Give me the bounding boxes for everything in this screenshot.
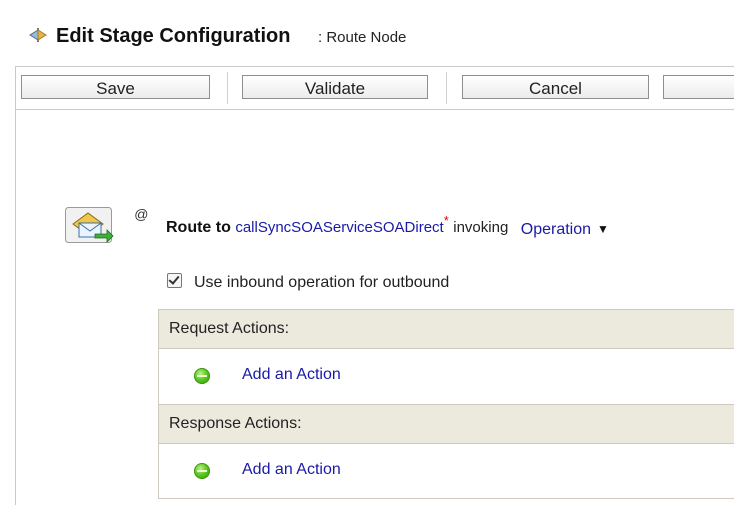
stage-config-icon: [29, 28, 47, 42]
toolbar-divider: [16, 109, 734, 110]
use-inbound-label: Use inbound operation for outbound: [194, 274, 450, 291]
route-envelope-icon: [65, 207, 114, 243]
chevron-down-icon[interactable]: ▼: [597, 222, 609, 236]
section-bottom-border: [158, 498, 734, 499]
toolbar-separator: [227, 72, 228, 104]
operation-dropdown[interactable]: Operation: [521, 221, 591, 238]
service-link[interactable]: callSyncSOAServiceSOADirect: [235, 219, 443, 236]
route-statement: Route to callSyncSOAServiceSOADirect* in…: [166, 213, 609, 238]
save-button[interactable]: Save: [21, 75, 210, 99]
toolbar: Save Validate Cancel: [16, 67, 734, 109]
add-action-icon[interactable]: [194, 463, 210, 479]
page-subtitle: : Route Node: [318, 29, 407, 46]
toolbar-separator: [446, 72, 447, 104]
response-add-action-link[interactable]: Add an Action: [242, 461, 341, 479]
response-actions-body: Add an Action: [158, 444, 734, 499]
response-actions-header: Response Actions:: [158, 404, 734, 444]
use-inbound-option: Use inbound operation for outbound: [167, 273, 449, 292]
page-header: Edit Stage Configuration : Route Node: [0, 0, 734, 66]
request-actions-body: Add an Action: [158, 349, 734, 404]
cancel-button[interactable]: Cancel: [462, 75, 649, 99]
request-add-action-link[interactable]: Add an Action: [242, 366, 341, 384]
stage-editor-panel: Save Validate Cancel @ Route to callSync…: [15, 66, 734, 505]
route-at-symbol: @: [134, 206, 149, 222]
required-marker: *: [443, 213, 449, 228]
request-actions-header: Request Actions:: [158, 309, 734, 349]
route-to-label: Route to: [166, 219, 231, 236]
add-action-icon[interactable]: [194, 368, 210, 384]
toolbar-extra-button[interactable]: [663, 75, 734, 99]
invoking-label: invoking: [453, 219, 509, 236]
page-title: Edit Stage Configuration: [56, 25, 291, 47]
validate-button[interactable]: Validate: [242, 75, 428, 99]
use-inbound-checkbox[interactable]: [167, 273, 182, 288]
